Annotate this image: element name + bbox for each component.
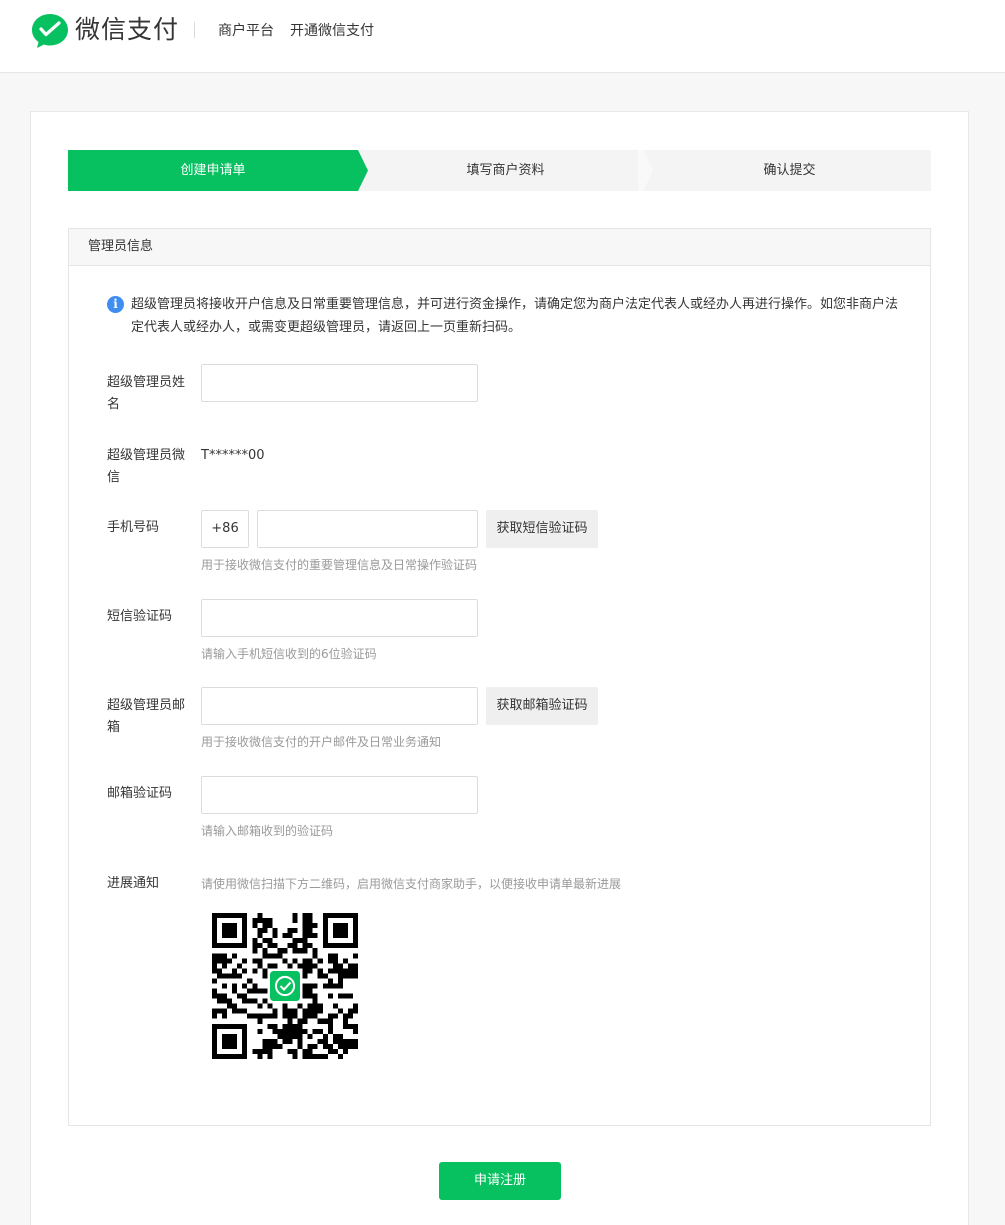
qr-code-icon xyxy=(212,913,358,1059)
progress-notice-label: 进展通知 xyxy=(107,876,160,891)
admin-wechat-value: T******00 xyxy=(201,448,265,463)
admin-email-label: 超级管理员邮箱 xyxy=(107,698,186,735)
admin-info-section: 管理员信息 i 超级管理员将接收开户信息及日常重要管理信息，并可进行资金操作，请… xyxy=(68,228,931,1126)
email-code-hint: 请输入邮箱收到的验证码 xyxy=(201,824,334,838)
email-hint: 用于接收微信支付的开户邮件及日常业务通知 xyxy=(201,735,442,749)
country-code: +86 xyxy=(201,510,249,548)
page-title: 开通微信支付 xyxy=(290,23,374,39)
get-email-code-button[interactable]: 获取邮箱验证码 xyxy=(486,687,598,725)
info-icon: i xyxy=(107,296,124,313)
sms-code-label: 短信验证码 xyxy=(107,609,173,624)
progress-notice-hint: 请使用微信扫描下方二维码，启用微信支付商家助手，以便接收申请单最新进展 xyxy=(201,877,622,891)
admin-name-label: 超级管理员姓名 xyxy=(107,375,186,412)
notice-text: 超级管理员将接收开户信息及日常重要管理信息，并可进行资金操作，请确定您为商户法定… xyxy=(131,297,899,335)
sms-code-hint: 请输入手机短信收到的6位验证码 xyxy=(201,647,377,661)
admin-wechat-label: 超级管理员微信 xyxy=(107,448,186,485)
progress-steps: 创建申请单 填写商户资料 确认提交 xyxy=(68,150,931,191)
header-divider xyxy=(194,22,195,38)
step-create-application: 创建申请单 xyxy=(180,163,246,178)
logo-text: 微信支付 xyxy=(75,15,180,44)
phone-hint: 用于接收微信支付的重要管理信息及日常操作验证码 xyxy=(201,558,478,572)
wechat-pay-logo-icon xyxy=(32,14,68,48)
phone-input[interactable] xyxy=(257,510,478,548)
admin-name-input[interactable] xyxy=(201,364,478,402)
get-sms-code-button[interactable]: 获取短信验证码 xyxy=(486,510,598,548)
email-code-label: 邮箱验证码 xyxy=(107,786,173,801)
phone-label: 手机号码 xyxy=(107,520,160,535)
step-confirm-submit: 确认提交 xyxy=(763,163,816,178)
platform-link[interactable]: 商户平台 xyxy=(218,21,274,41)
sms-code-input[interactable] xyxy=(201,599,478,637)
step-fill-merchant-info: 填写商户资料 xyxy=(466,163,545,178)
apply-register-button[interactable]: 申请注册 xyxy=(439,1162,561,1200)
email-code-input[interactable] xyxy=(201,776,478,814)
admin-email-input[interactable] xyxy=(201,687,478,725)
main-card: 创建申请单 填写商户资料 确认提交 管理员信息 i 超级管理员将接收开户信息及日… xyxy=(30,111,969,1225)
section-title: 管理员信息 xyxy=(69,229,930,266)
top-header: 微信支付 商户平台 开通微信支付 xyxy=(0,0,1005,73)
